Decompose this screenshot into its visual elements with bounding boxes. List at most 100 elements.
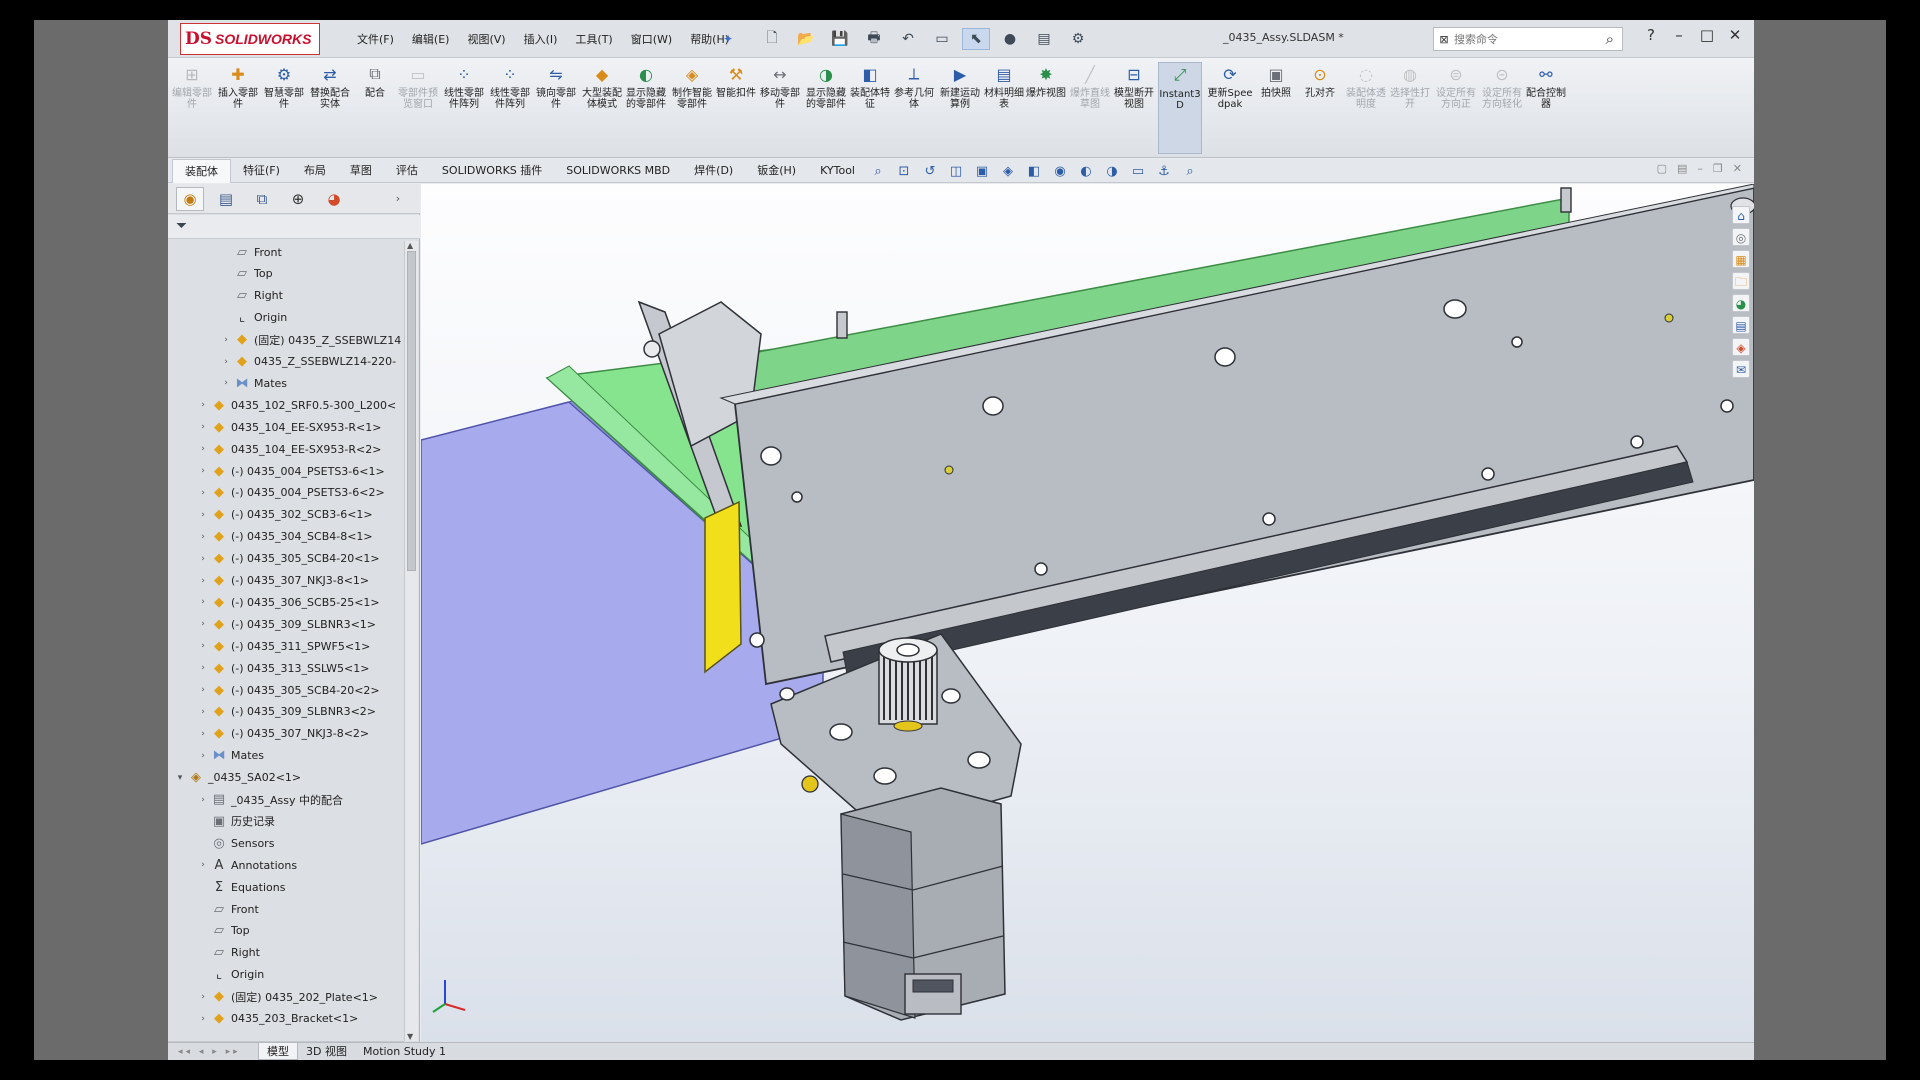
expand-icon[interactable]: ›: [197, 422, 209, 432]
tree-node[interactable]: › ◆ (-) 0435_307_NKJ3-8<2>: [197, 723, 369, 745]
tab-3d-views[interactable]: 3D 视图: [298, 1043, 355, 1060]
property-manager-tab-icon[interactable]: ▤: [212, 187, 240, 211]
search-icon[interactable]: ⌕: [1606, 30, 1614, 48]
assembly-model[interactable]: [421, 184, 1754, 1060]
tree-node[interactable]: › ◆ (-) 0435_302_SCB3-6<1>: [197, 504, 372, 526]
tab-motion-study[interactable]: Motion Study 1: [355, 1043, 454, 1060]
dynamic-annotation-icon[interactable]: ▣: [972, 163, 992, 181]
search-scope-icon[interactable]: ⊠: [1434, 33, 1454, 46]
filter-icon[interactable]: ⏷: [176, 218, 187, 234]
custom-properties-icon[interactable]: ▤: [1732, 316, 1750, 334]
tree-node[interactable]: ▱ Top: [220, 263, 273, 285]
tree-node[interactable]: › ◆ (-) 0435_313_SSLW5<1>: [197, 657, 369, 679]
command-tab-1[interactable]: 特征(F): [231, 159, 292, 183]
options-gear-icon[interactable]: ⚙: [1064, 28, 1092, 50]
zoom-to-fit-icon[interactable]: ⌕: [868, 163, 888, 181]
traffic-light-icon[interactable]: ●: [996, 28, 1024, 50]
command-button-4[interactable]: ⧉ 配合: [353, 62, 397, 154]
tree-node[interactable]: ▱ Front: [197, 898, 259, 920]
command-button-11[interactable]: ◈ 制作智能零部件: [670, 62, 714, 154]
new-document-icon[interactable]: 🗋: [758, 28, 786, 50]
command-button-22[interactable]: ⤢ Instant3D: [1158, 62, 1202, 154]
command-button-10[interactable]: ◐ 显示隐藏的零部件: [624, 62, 668, 154]
save-icon[interactable]: 💾: [826, 28, 854, 50]
rebuild-icon[interactable]: ▭: [928, 28, 956, 50]
pin-menu-icon[interactable]: ✦: [723, 32, 735, 46]
expand-panel-icon[interactable]: ›: [384, 187, 412, 211]
expand-icon[interactable]: ›: [197, 641, 209, 651]
expand-icon[interactable]: ›: [220, 357, 232, 367]
command-tab-8[interactable]: 钣金(H): [745, 159, 808, 183]
expand-icon[interactable]: ›: [220, 378, 232, 388]
print-icon[interactable]: 🖶: [860, 28, 888, 50]
expand-icon[interactable]: ›: [197, 554, 209, 564]
menu-file[interactable]: 文件(F): [348, 31, 403, 47]
split-icon[interactable]: ▤: [1677, 162, 1687, 175]
command-tab-9[interactable]: KYTool: [808, 159, 867, 183]
resources-icon[interactable]: ◎: [1732, 228, 1750, 246]
tree-node[interactable]: ▱ Right: [197, 942, 260, 964]
scroll-down-icon[interactable]: ▼: [407, 1032, 413, 1041]
tree-node[interactable]: › ◆ 0435_104_EE-SX953-R<1>: [197, 416, 381, 438]
menu-edit[interactable]: 编辑(E): [403, 31, 459, 47]
graphics-area[interactable]: ⌂ ◎ ▦ 🗀 ◕ ▤ ◈ ✉: [421, 184, 1754, 1060]
tree-node[interactable]: › ◆ (-) 0435_305_SCB4-20<1>: [197, 548, 379, 570]
tree-node[interactable]: › ◆ (-) 0435_305_SCB4-20<2>: [197, 679, 379, 701]
tree-node[interactable]: ▱ Top: [197, 920, 250, 942]
home-icon[interactable]: ⌂: [1732, 206, 1750, 224]
expand-icon[interactable]: ›: [197, 795, 209, 805]
command-button-25[interactable]: ⊙ 孔对齐: [1298, 62, 1342, 154]
expand-icon[interactable]: ›: [197, 532, 209, 542]
tree-node[interactable]: ▣ 历史记录: [197, 810, 275, 832]
tree-node[interactable]: › ◆ 0435_203_Bracket<1>: [197, 1008, 358, 1025]
scene-icon[interactable]: ◑: [1102, 163, 1122, 181]
command-button-12[interactable]: ⚒ 智能扣件: [714, 62, 758, 154]
open-document-icon[interactable]: 📂: [792, 28, 820, 50]
expand-icon[interactable]: ›: [197, 510, 209, 520]
command-tab-4[interactable]: 评估: [384, 159, 430, 183]
tree-node[interactable]: ◎ Sensors: [197, 832, 274, 854]
feature-manager-tab-icon[interactable]: ◉: [176, 186, 204, 211]
viewport-minimize-icon[interactable]: –: [1697, 162, 1703, 175]
tree-node[interactable]: ⌞ Origin: [220, 307, 287, 329]
command-button-1[interactable]: ✚ 插入零部件: [216, 62, 260, 154]
expand-icon[interactable]: ›: [197, 663, 209, 673]
command-button-23[interactable]: ⟳ 更新Speedpak: [1208, 62, 1253, 154]
tree-vertical-scrollbar[interactable]: ▲ ▼: [404, 241, 418, 1041]
tree-node[interactable]: › ⧓ Mates: [220, 372, 287, 394]
menu-view[interactable]: 视图(V): [458, 31, 514, 47]
previous-view-icon[interactable]: ↺: [920, 163, 940, 181]
tree-node[interactable]: › ◆ (固定) 0435_202_Plate<1>: [197, 986, 378, 1008]
tree-node[interactable]: › ◆ 0435_102_SRF0.5-300_L200<: [197, 394, 396, 416]
tab-navigation-arrows-icon[interactable]: ◂◂ ◂ ▸ ▸▸: [168, 1047, 258, 1057]
guide-pin-2[interactable]: [1560, 187, 1572, 213]
tree-node[interactable]: › A Annotations: [197, 854, 297, 876]
tree-node[interactable]: Σ Equations: [197, 876, 286, 898]
command-button-6[interactable]: ⁘ 线性零部件阵列: [442, 62, 486, 154]
menu-insert[interactable]: 插入(I): [515, 31, 567, 47]
close-icon[interactable]: ✕: [1727, 26, 1743, 44]
tree-node[interactable]: › ◆ (-) 0435_309_SLBNR3<2>: [197, 701, 376, 723]
minimize-icon[interactable]: –: [1671, 26, 1687, 44]
forum-icon[interactable]: ✉: [1732, 360, 1750, 378]
collapse-icon[interactable]: ▾: [174, 773, 186, 783]
search-input[interactable]: [1454, 32, 1574, 46]
expand-icon[interactable]: ›: [197, 992, 209, 1002]
magnify-icon[interactable]: ⌕: [1180, 163, 1200, 181]
expand-icon[interactable]: ›: [197, 1014, 209, 1024]
maximize-icon[interactable]: □: [1699, 26, 1715, 44]
expand-icon[interactable]: ›: [197, 444, 209, 454]
realview-icon[interactable]: ⚓: [1154, 163, 1174, 181]
menu-tools[interactable]: 工具(T): [566, 31, 621, 47]
scroll-thumb[interactable]: [407, 251, 416, 571]
tree-node[interactable]: › ◆ (-) 0435_311_SPWF5<1>: [197, 635, 370, 657]
view-orientation-icon[interactable]: ◈: [998, 163, 1018, 181]
command-button-17[interactable]: ▶ 新建运动算例: [938, 62, 982, 154]
appearances-icon[interactable]: ◕: [1732, 294, 1750, 312]
tree-node[interactable]: ⌞ Origin: [197, 964, 264, 986]
command-button-5[interactable]: ▭ 零部件预览窗口: [396, 62, 440, 154]
tree-node[interactable]: › ▤ _0435_Assy 中的配合: [197, 789, 343, 811]
expand-icon[interactable]: ›: [197, 619, 209, 629]
command-button-29[interactable]: ⊝ 设定所有方向轻化: [1480, 62, 1524, 154]
zoom-area-icon[interactable]: ⊡: [894, 163, 914, 181]
